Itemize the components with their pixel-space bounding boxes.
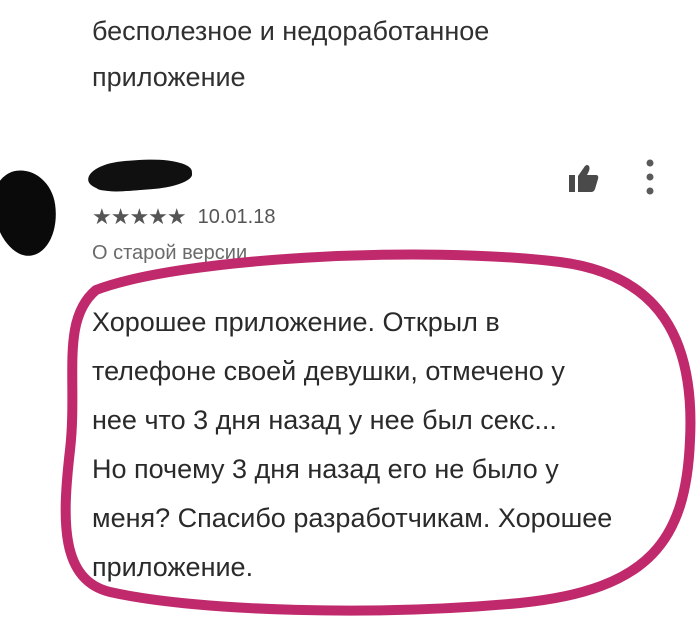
avatar[interactable] — [0, 166, 62, 260]
thumbs-up-icon[interactable] — [568, 163, 600, 193]
redacted-username — [87, 156, 193, 194]
previous-review-text: бесполезное и недоработанное приложение — [92, 16, 490, 92]
rating-row: ★★★★★ 10.01.18 — [92, 204, 275, 230]
review-date: 10.01.18 — [197, 206, 276, 228]
version-label: О старой версии — [92, 242, 248, 264]
star-rating: ★★★★★ — [92, 204, 187, 229]
review-body: Хорошее приложение. Открыл в телефоне св… — [92, 307, 613, 582]
more-vertical-icon[interactable] — [644, 158, 656, 196]
